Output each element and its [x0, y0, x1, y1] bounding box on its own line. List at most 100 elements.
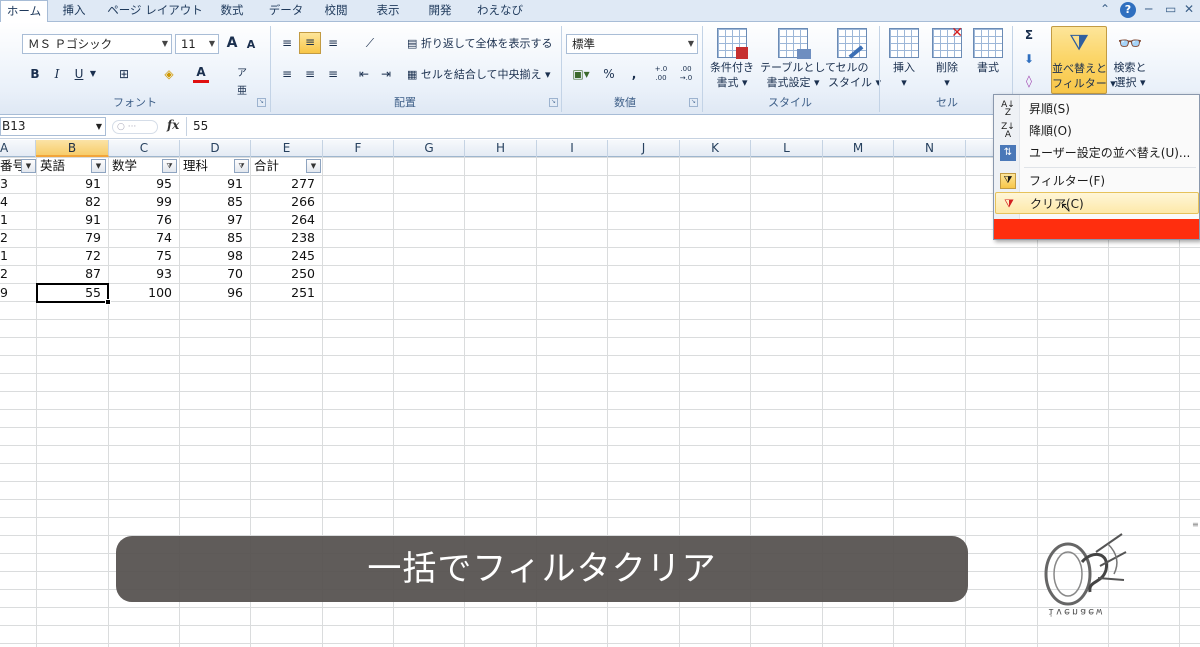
- tab-view[interactable]: 表示: [366, 0, 410, 22]
- autosum-button[interactable]: Σ: [1020, 26, 1038, 44]
- bold-button[interactable]: B: [28, 65, 42, 83]
- increase-decimal-button[interactable]: +.0 .00: [651, 65, 671, 83]
- table-cell[interactable]: 74: [108, 229, 179, 247]
- header-cell-math[interactable]: 数学: [110, 157, 160, 175]
- column-header-f[interactable]: F: [323, 140, 394, 157]
- table-cell[interactable]: 250: [250, 265, 322, 283]
- tab-data[interactable]: データ: [262, 0, 310, 22]
- align-top-icon[interactable]: ≡: [279, 34, 295, 52]
- font-dialog-launcher-icon[interactable]: ↘: [257, 98, 266, 107]
- table-cell[interactable]: 70: [179, 265, 250, 283]
- cell-styles-button[interactable]: セルの スタイル ▾: [828, 26, 881, 94]
- table-cell[interactable]: 4: [0, 193, 36, 211]
- table-cell[interactable]: 87: [36, 265, 108, 283]
- table-cell[interactable]: 79: [36, 229, 108, 247]
- insert-function-icon[interactable]: fx: [167, 118, 179, 132]
- filter-dropdown-icon[interactable]: ▼: [21, 159, 36, 173]
- number-dialog-launcher-icon[interactable]: ↘: [689, 98, 698, 107]
- help-icon[interactable]: ?: [1120, 2, 1136, 18]
- header-cell-english[interactable]: 英語: [38, 157, 88, 175]
- comma-button[interactable]: ,: [627, 65, 641, 83]
- insert-cells-button[interactable]: 挿入 ▾: [884, 26, 924, 94]
- name-box[interactable]: B13 ▼: [0, 117, 106, 136]
- tab-waenavi[interactable]: わえなび: [470, 0, 530, 22]
- table-cell[interactable]: 266: [250, 193, 322, 211]
- column-header-n[interactable]: N: [894, 140, 966, 157]
- increase-indent-icon[interactable]: ⇥: [378, 65, 394, 83]
- tab-review[interactable]: 校閲: [314, 0, 358, 22]
- fill-color-icon[interactable]: ◈: [160, 65, 178, 83]
- table-cell[interactable]: 99: [108, 193, 179, 211]
- column-header-m[interactable]: M: [823, 140, 894, 157]
- table-cell[interactable]: 277: [250, 175, 322, 193]
- table-cell[interactable]: 1: [0, 247, 36, 265]
- menu-item-filter[interactable]: ⧩ フィルター(F): [995, 170, 1199, 192]
- table-cell[interactable]: 75: [108, 247, 179, 265]
- column-header-d[interactable]: D: [180, 140, 251, 157]
- merge-center-button[interactable]: ▦ セルを結合して中央揃え ▾: [407, 65, 551, 85]
- column-header-k[interactable]: K: [680, 140, 751, 157]
- align-center-icon[interactable]: ≡: [302, 65, 318, 83]
- table-cell[interactable]: 1: [0, 211, 36, 229]
- table-cell[interactable]: 97: [179, 211, 250, 229]
- header-cell-total[interactable]: 合計: [252, 157, 302, 175]
- column-header-j[interactable]: J: [608, 140, 680, 157]
- italic-button[interactable]: I: [50, 65, 64, 83]
- filter-active-icon[interactable]: ⧩: [234, 159, 249, 173]
- table-cell[interactable]: 91: [36, 175, 108, 193]
- align-bottom-icon[interactable]: ≡: [325, 34, 341, 52]
- table-cell[interactable]: 100: [108, 284, 179, 302]
- wrap-text-button[interactable]: ▤ 折り返して全体を表示する: [407, 34, 553, 54]
- formula-bar-resize-handle[interactable]: ○ ···: [112, 120, 158, 134]
- filter-active-icon[interactable]: ⧩: [162, 159, 177, 173]
- table-cell[interactable]: 264: [250, 211, 322, 229]
- scrollbar-splitter-icon[interactable]: ≡: [1192, 520, 1199, 529]
- table-cell[interactable]: 2: [0, 229, 36, 247]
- font-color-button[interactable]: A: [193, 64, 209, 83]
- table-cell[interactable]: 245: [250, 247, 322, 265]
- delete-cells-button[interactable]: ✕ 削除 ▾: [927, 25, 967, 94]
- align-left-icon[interactable]: ≡: [279, 65, 295, 83]
- menu-item-clear[interactable]: ⧩ クリア(C) ↖: [995, 192, 1199, 216]
- table-cell[interactable]: 3: [0, 175, 36, 193]
- menu-item-sort-ascending[interactable]: A↓ Z 昇順(S): [995, 98, 1199, 120]
- underline-button[interactable]: U: [72, 65, 86, 83]
- table-cell[interactable]: 76: [108, 211, 179, 229]
- table-cell[interactable]: 9: [0, 284, 36, 302]
- find-select-button[interactable]: 👓 検索と 選択 ▾: [1108, 26, 1152, 94]
- phonetic-icon[interactable]: ア亜: [234, 65, 250, 101]
- orientation-icon[interactable]: ⟋: [360, 34, 380, 52]
- table-cell[interactable]: 85: [179, 229, 250, 247]
- table-cell[interactable]: 95: [108, 175, 179, 193]
- font-name-select[interactable]: ＭＳ Ｐゴシック ▼: [22, 34, 172, 54]
- align-right-icon[interactable]: ≡: [325, 65, 341, 83]
- format-as-table-button[interactable]: テーブルとして 書式設定 ▾: [760, 26, 836, 94]
- column-header-h[interactable]: H: [465, 140, 537, 157]
- grow-font-button[interactable]: A: [224, 34, 240, 52]
- table-cell[interactable]: 72: [36, 247, 108, 265]
- table-cell[interactable]: 93: [108, 265, 179, 283]
- number-format-select[interactable]: 標準 ▼: [566, 34, 698, 54]
- table-cell[interactable]: 96: [179, 284, 250, 302]
- tab-page-layout[interactable]: ページ レイアウト: [104, 0, 206, 22]
- tab-insert[interactable]: 挿入: [52, 0, 96, 22]
- column-header-i[interactable]: I: [537, 140, 608, 157]
- minimize-icon[interactable]: ─: [1145, 2, 1152, 16]
- currency-icon[interactable]: ▣▾: [568, 65, 594, 83]
- close-icon[interactable]: ✕: [1184, 2, 1194, 16]
- table-cell[interactable]: 2: [0, 265, 36, 283]
- decrease-indent-icon[interactable]: ⇤: [356, 65, 372, 83]
- sort-filter-button[interactable]: ⧩ 並べ替えと フィルター ▾: [1051, 26, 1116, 94]
- alignment-dialog-launcher-icon[interactable]: ↘: [549, 98, 558, 107]
- table-cell[interactable]: 85: [179, 193, 250, 211]
- header-cell-science[interactable]: 理科: [181, 157, 231, 175]
- tab-home[interactable]: ホーム: [0, 0, 48, 23]
- tab-developer[interactable]: 開発: [418, 0, 462, 22]
- table-cell[interactable]: 238: [250, 229, 322, 247]
- column-header-e[interactable]: E: [251, 140, 323, 157]
- border-icon[interactable]: ⊞: [114, 65, 134, 83]
- decrease-decimal-button[interactable]: .00 →.0: [676, 65, 696, 83]
- column-header-g[interactable]: G: [394, 140, 465, 157]
- table-cell[interactable]: 98: [179, 247, 250, 265]
- font-size-select[interactable]: 11 ▼: [175, 34, 219, 54]
